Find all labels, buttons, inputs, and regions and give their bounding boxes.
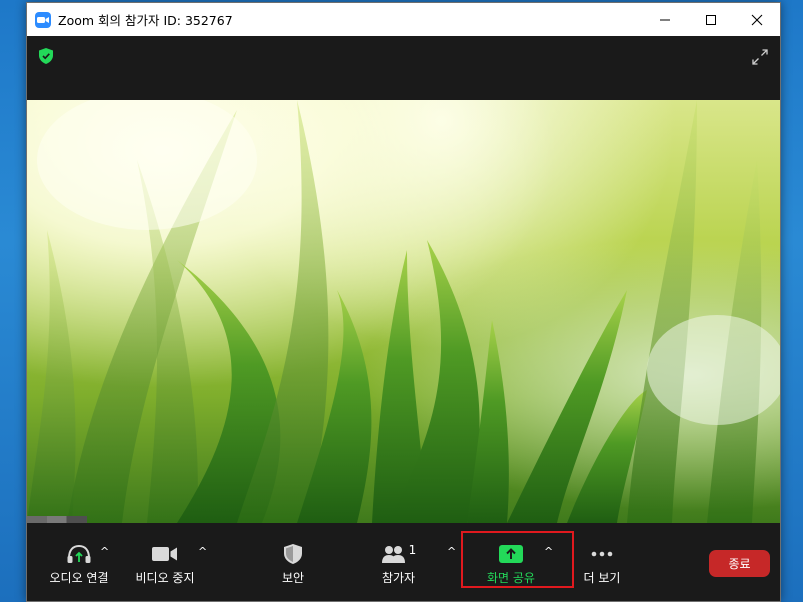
share-screen-label: 화면 공유: [487, 571, 535, 585]
participants-icon: 1: [381, 543, 417, 565]
window-title: Zoom 회의 참가자 ID: 352767: [58, 13, 233, 28]
video-camera-icon: [152, 543, 178, 565]
participants-count: 1: [408, 543, 417, 557]
participants-label: 참가자: [381, 571, 416, 585]
maximize-button[interactable]: [688, 3, 734, 36]
zoom-meeting-window: Zoom 회의 참가자 ID: 352767 오디오 연결 ^ 비디오 중지 ^…: [26, 2, 781, 602]
meeting-toolbar: 오디오 연결 ^ 비디오 중지 ^ 보안 1 참가자 ^ 화면 공유 ^ 더 보…: [27, 523, 780, 601]
zoom-app-icon: [35, 11, 51, 28]
security-label: 보안: [281, 571, 305, 585]
more-label: 더 보기: [583, 571, 621, 585]
participants-options-caret[interactable]: ^: [447, 545, 456, 558]
share-screen-button[interactable]: 화면 공유: [476, 523, 546, 601]
grass-background-image: [27, 100, 780, 523]
end-meeting-button[interactable]: 종료: [709, 550, 770, 577]
window-controls: [642, 3, 780, 36]
audio-options-caret[interactable]: ^: [100, 545, 109, 558]
minimize-button[interactable]: [642, 3, 688, 36]
encryption-shield-icon[interactable]: [39, 48, 53, 68]
more-dots-icon: [591, 543, 613, 565]
participants-button[interactable]: 1 참가자: [366, 523, 431, 601]
more-button[interactable]: 더 보기: [572, 523, 632, 601]
share-options-caret[interactable]: ^: [544, 545, 553, 558]
share-screen-icon: [499, 543, 523, 565]
audio-button[interactable]: 오디오 연결: [39, 523, 119, 601]
close-button[interactable]: [734, 3, 780, 36]
top-info-bar: [27, 36, 780, 100]
video-button[interactable]: 비디오 중지: [125, 523, 205, 601]
title-bar: Zoom 회의 참가자 ID: 352767: [27, 3, 780, 36]
shield-icon: [284, 543, 302, 565]
video-label: 비디오 중지: [135, 571, 195, 585]
audio-label: 오디오 연결: [49, 571, 109, 585]
fullscreen-icon[interactable]: [752, 49, 768, 69]
video-options-caret[interactable]: ^: [198, 545, 207, 558]
video-view: [27, 100, 780, 523]
headphone-icon: [66, 543, 92, 565]
security-button[interactable]: 보안: [263, 523, 323, 601]
